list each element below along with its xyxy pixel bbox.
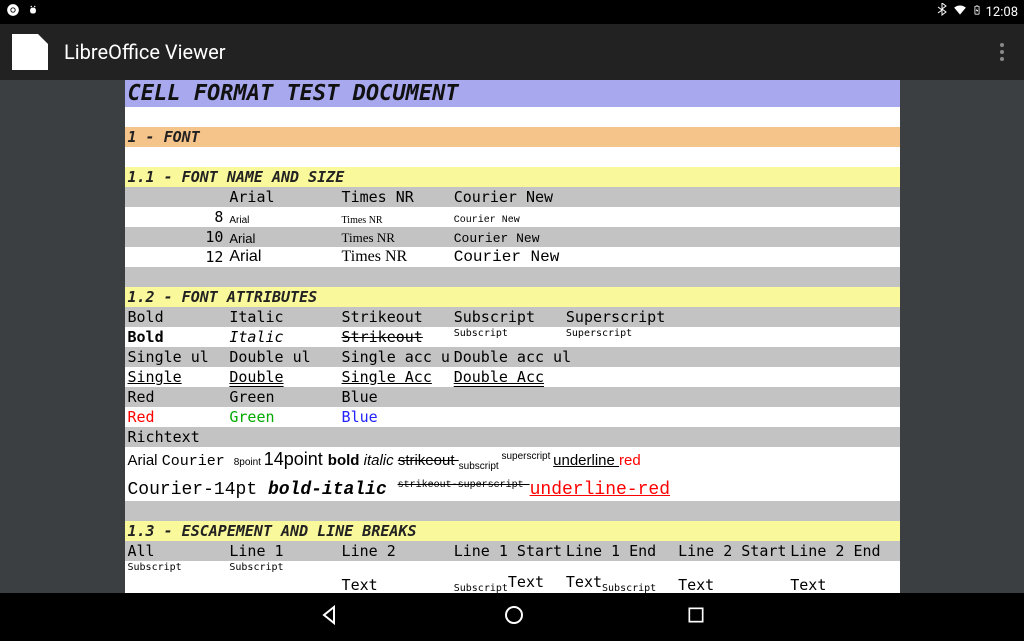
col-header: Single ul: [125, 347, 227, 367]
col-header: Single acc ul: [339, 347, 451, 367]
col-header: Line 1: [226, 541, 338, 561]
col-header: Italic: [226, 307, 338, 327]
table-row: Subscript Subscript Text SubscriptText T…: [125, 561, 900, 593]
col-header: Red: [125, 387, 227, 407]
table-row: Red Green Blue: [125, 387, 900, 407]
cell-italic: Italic: [226, 327, 338, 347]
section-1-2: 1.2 - FONT ATTRIBUTES: [125, 287, 900, 307]
cell-blue: Blue: [339, 407, 451, 427]
table-row: Courier-14pt bold-italic strikeout-super…: [125, 473, 900, 501]
cell-bold: Bold: [125, 327, 227, 347]
nav-back-button[interactable]: [318, 603, 342, 631]
spacer: [125, 267, 900, 287]
wifi-icon: [952, 3, 968, 21]
doc-title: CELL FORMAT TEST DOCUMENT: [125, 80, 900, 107]
cell: Times NR: [339, 227, 451, 247]
status-time: 12:08: [986, 5, 1018, 20]
table-row: All Line 1 Line 2 Line 1 Start Line 1 En…: [125, 541, 900, 561]
spreadsheet-table: CELL FORMAT TEST DOCUMENT 1 - FONT 1.1 -…: [125, 80, 900, 593]
col-header: Superscript: [563, 307, 675, 327]
cell-ul-single: Single: [125, 367, 227, 387]
col-header: Strikeout: [339, 307, 451, 327]
table-row: Single Double Single Acc Double Acc: [125, 367, 900, 387]
cell: Arial: [226, 227, 338, 247]
cell: TextSubscript: [563, 561, 675, 593]
spacer: [125, 147, 900, 167]
col-header: Green: [226, 387, 338, 407]
richtext-cell-1: Arial Courier 8point 14point bold italic…: [125, 447, 900, 473]
cell-superscript: Superscript: [563, 327, 675, 347]
table-row: 12 Arial Times NR Courier New: [125, 247, 900, 267]
chrome-icon: [6, 3, 20, 21]
col-header: Subscript: [451, 307, 563, 327]
table-row: Red Green Blue: [125, 407, 900, 427]
cell: Courier New: [451, 227, 563, 247]
col-header: Line 2 Start: [675, 541, 787, 561]
cell: SubscriptText: [451, 561, 563, 593]
section-1-1: 1.1 - FONT NAME AND SIZE: [125, 167, 900, 187]
nav-home-button[interactable]: [502, 603, 526, 631]
size-label: 10: [125, 227, 227, 247]
spacer: [125, 501, 900, 521]
android-nav-bar: [0, 593, 1024, 641]
cell: Courier New: [451, 247, 563, 267]
cell-ul-single-acc: Single Acc: [339, 367, 451, 387]
col-header: Times NR: [339, 187, 451, 207]
cell: Arial: [226, 247, 338, 267]
size-label: 8: [125, 207, 227, 227]
overflow-menu-button[interactable]: [992, 35, 1012, 69]
document-viewport[interactable]: CELL FORMAT TEST DOCUMENT 1 - FONT 1.1 -…: [0, 80, 1024, 593]
cell: Times NR: [339, 247, 451, 267]
android-debug-icon: [26, 3, 40, 21]
col-header: Bold: [125, 307, 227, 327]
libreoffice-icon: [12, 34, 48, 70]
section-1-3: 1.3 - ESCAPEMENT AND LINE BREAKS: [125, 521, 900, 541]
bluetooth-icon: [936, 3, 948, 21]
cell: Text: [339, 561, 451, 593]
android-status-bar: 12:08: [0, 0, 1024, 24]
document-page: CELL FORMAT TEST DOCUMENT 1 - FONT 1.1 -…: [125, 80, 900, 593]
cell: Times NR: [339, 207, 451, 227]
col-header: Double ul: [226, 347, 338, 367]
cell: Text: [675, 561, 787, 593]
cell-ul-double: Double: [226, 367, 338, 387]
size-label: 12: [125, 247, 227, 267]
cell-strike: Strikeout: [339, 327, 451, 347]
col-header: Line 2: [339, 541, 451, 561]
col-header: Blue: [339, 387, 451, 407]
app-bar: LibreOffice Viewer: [0, 24, 1024, 80]
cell-subscript: Subscript: [451, 327, 563, 347]
cell-red: Red: [125, 407, 227, 427]
col-header: Courier New: [451, 187, 563, 207]
richtext-cell-2: Courier-14pt bold-italic strikeout-super…: [125, 473, 900, 501]
richtext-label: Richtext: [125, 427, 900, 447]
cell: Courier New: [451, 207, 563, 227]
cell-ul-double-acc: Double Acc: [451, 367, 563, 387]
battery-charging-icon: [972, 3, 982, 21]
cell: Arial: [226, 207, 338, 227]
col-header: Line 1 End: [563, 541, 675, 561]
table-row: Bold Italic Strikeout Subscript Superscr…: [125, 327, 900, 347]
table-row: Arial Times NR Courier New: [125, 187, 900, 207]
table-row: Single ul Double ul Single acc ul Double…: [125, 347, 900, 367]
col-header: Line 2 End: [787, 541, 899, 561]
col-header: All: [125, 541, 227, 561]
table-row: 10 Arial Times NR Courier New: [125, 227, 900, 247]
table-row: Richtext: [125, 427, 900, 447]
section-font: 1 - FONT: [125, 127, 900, 147]
cell: Text: [787, 561, 899, 593]
table-row: 8 Arial Times NR Courier New: [125, 207, 900, 227]
col-header: Arial: [226, 187, 338, 207]
nav-recent-button[interactable]: [686, 605, 706, 629]
cell: Subscript: [226, 561, 338, 593]
col-header: Double acc ul: [451, 347, 675, 367]
cell: Subscript: [125, 561, 227, 593]
table-row: Bold Italic Strikeout Subscript Superscr…: [125, 307, 900, 327]
col-header: Line 1 Start: [451, 541, 563, 561]
app-title: LibreOffice Viewer: [64, 40, 226, 64]
table-row: Arial Courier 8point 14point bold italic…: [125, 447, 900, 473]
cell-green: Green: [226, 407, 338, 427]
spacer: [125, 107, 900, 127]
